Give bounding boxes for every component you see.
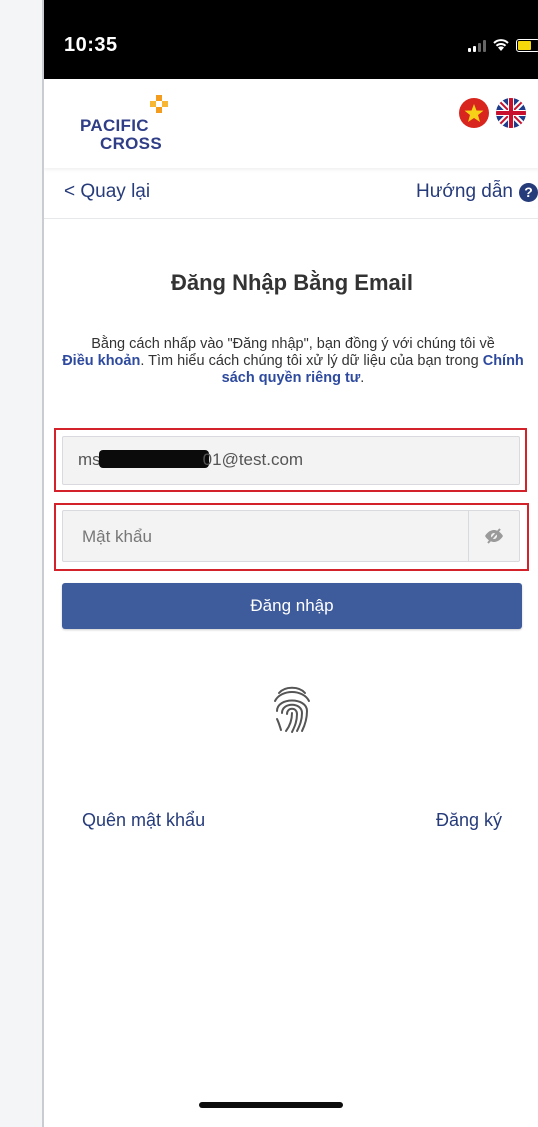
password-highlight-box [54,503,529,571]
page-title: Đăng Nhập Bằng Email [170,270,414,295]
register-link[interactable]: Đăng ký [436,810,502,831]
uk-flag-icon[interactable] [496,98,526,128]
signal-icon [468,38,486,52]
fingerprint-icon[interactable] [269,683,315,735]
app-header: PACIFIC CROSS [44,79,538,168]
help-label: Hướng dẫn [415,181,513,202]
terms-text: Bằng cách nhấp vào "Đăng nhập", bạn đồng… [58,336,528,387]
help-link[interactable]: Hướng dẫn ? [416,181,538,203]
logo-line2: CROSS [100,134,162,153]
terms-part3: . [360,370,365,386]
terms-link[interactable]: Điều khoản [62,353,140,369]
question-circle-icon: ? [519,182,538,202]
status-time: 10:35 [64,34,118,56]
logo-cross-icon [150,95,168,113]
nav-row: < Quay lại Hướng dẫn ? [44,168,538,219]
status-icons [468,38,538,52]
phone-screen: 10:35 PACIFIC CROSS < Quay lại Hướng dẫn… [42,0,538,1127]
terms-part1: Bằng cách nhấp vào "Đăng nhập", bạn đồng… [91,336,495,352]
logo-line1: PACIFIC [80,116,149,135]
wifi-icon [493,39,509,51]
login-button[interactable]: Đăng nhập [62,583,522,629]
back-link[interactable]: < Quay lại [64,181,150,203]
home-indicator [199,1102,343,1108]
email-highlight-box [54,428,527,492]
status-bar: 10:35 [44,0,538,79]
terms-part2: . Tìm hiểu cách chúng tôi xử lý dữ liệu … [140,353,479,369]
vietnamese-flag-icon[interactable] [459,98,489,128]
battery-icon [516,38,538,52]
pacific-cross-logo: PACIFIC CROSS [80,95,200,155]
forgot-password-link[interactable]: Quên mật khẩu [82,810,205,831]
